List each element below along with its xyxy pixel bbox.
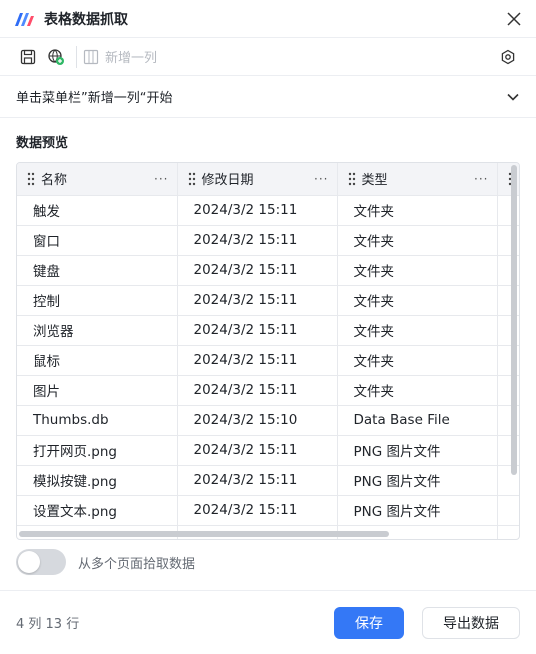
hint-text: 单击菜单栏”新增一列“开始 <box>16 91 173 106</box>
table-row[interactable]: 模拟按键.png 2024/3/2 15:11 PNG 图片文件 <box>17 465 519 496</box>
table-cell: 文件夹 <box>337 375 498 406</box>
table-cell: 窗口 <box>17 225 178 256</box>
table-row[interactable]: 键盘 2024/3/2 15:11 文件夹 <box>17 255 519 286</box>
table-row[interactable]: 打开网页.png 2024/3/2 15:11 PNG 图片文件 <box>17 435 519 466</box>
column-header-label: 名称 <box>41 173 68 189</box>
table-cell: 2024/3/2 15:11 <box>177 255 338 286</box>
table-cell: 鼠标 <box>17 345 178 376</box>
multi-page-option: 从多个页面拾取数据 <box>16 549 195 575</box>
save-icon <box>20 49 36 64</box>
table-cell: 设置文本.png <box>17 495 178 526</box>
table-cell: 2024/3/2 15:11 <box>177 495 338 526</box>
save-template-button[interactable] <box>14 43 42 71</box>
table-cell <box>497 495 519 526</box>
footer: 4 列 13 行 保存 导出数据 <box>0 590 536 654</box>
table-cell: 2024/3/2 15:11 <box>177 375 338 406</box>
table-cell: 2024/3/2 15:11 <box>177 465 338 496</box>
table-cell: Thumbs.db <box>17 405 178 436</box>
table-cell: PNG 图片文件 <box>337 435 498 466</box>
more-icon[interactable]: ··· <box>314 172 328 186</box>
table-cell: 文件夹 <box>337 225 498 256</box>
table-cell: 2024/3/2 15:11 <box>177 345 338 376</box>
toolbar: 新增一列 <box>0 38 536 76</box>
window-title: 表格数据抓取 <box>44 11 128 28</box>
table-cell: 文件夹 <box>337 315 498 346</box>
table-cell: 文件夹 <box>337 195 498 226</box>
table-cell: 图片 <box>17 375 178 406</box>
table-row[interactable]: 控制 2024/3/2 15:11 文件夹 <box>17 285 519 316</box>
table-cell: 2024/3/2 15:11 <box>177 195 338 226</box>
more-icon[interactable]: ··· <box>154 172 168 186</box>
drag-handle-icon[interactable] <box>27 172 35 186</box>
table-cell: 打开网页.png <box>17 435 178 466</box>
add-web-element-button[interactable] <box>42 43 70 71</box>
table-row[interactable]: 窗口 2024/3/2 15:11 文件夹 <box>17 225 519 256</box>
table-cell: 2024/3/2 15:11 <box>177 315 338 346</box>
table-cell: 文件夹 <box>337 285 498 316</box>
drag-handle-icon[interactable] <box>348 172 356 186</box>
settings-icon <box>501 49 515 64</box>
data-preview-table: 名称 ··· 修改日期 ··· 类型 ··· 触发 2024/3/2 15:11… <box>16 162 520 540</box>
table-cell: PNG 图片文件 <box>337 495 498 526</box>
title-bar: 表格数据抓取 <box>0 0 536 38</box>
column-header-label: 类型 <box>361 173 388 189</box>
add-column-icon <box>83 49 99 64</box>
table-row[interactable]: 浏览器 2024/3/2 15:11 文件夹 <box>17 315 519 346</box>
table-cell: Data Base File <box>337 405 498 436</box>
add-column-label: 新增一列 <box>105 51 158 66</box>
table-cell: 2024/3/2 15:11 <box>177 435 338 466</box>
table-cell: 2024/3/2 15:10 <box>177 405 338 436</box>
export-data-button[interactable]: 导出数据 <box>422 606 520 639</box>
table-row[interactable]: 图片 2024/3/2 15:11 文件夹 <box>17 375 519 406</box>
table-row[interactable]: Thumbs.db 2024/3/2 15:10 Data Base File <box>17 405 519 436</box>
table-cell: PNG 图片文件 <box>337 465 498 496</box>
section-title: 数据预览 <box>16 136 69 151</box>
table-cell: 2024/3/2 15:11 <box>177 285 338 316</box>
app-logo-icon <box>15 12 34 26</box>
table-cell: 控制 <box>17 285 178 316</box>
close-button[interactable] <box>504 9 524 29</box>
horizontal-scrollbar[interactable] <box>19 531 389 537</box>
multi-page-toggle[interactable] <box>16 549 66 575</box>
close-icon <box>507 11 521 26</box>
table-header-row: 名称 ··· 修改日期 ··· 类型 ··· <box>17 163 519 196</box>
column-header[interactable]: 类型 ··· <box>337 163 498 196</box>
settings-button[interactable] <box>494 43 522 71</box>
more-icon[interactable]: ··· <box>474 172 488 186</box>
table-cell: 触发 <box>17 195 178 226</box>
vertical-scrollbar[interactable] <box>511 165 517 475</box>
toolbar-divider <box>76 45 77 68</box>
hint-bar[interactable]: 单击菜单栏”新增一列“开始 <box>0 76 536 118</box>
column-header[interactable]: 名称 ··· <box>17 163 178 196</box>
table-row[interactable]: 设置文本.png 2024/3/2 15:11 PNG 图片文件 <box>17 495 519 526</box>
table-cell: 浏览器 <box>17 315 178 346</box>
table-scrape-dialog: 表格数据抓取 新增一列 单击菜单栏”新增一列“开始 数据预览 名称 ··· 修改… <box>0 0 536 654</box>
column-header-label: 修改日期 <box>201 173 254 189</box>
chevron-down-icon[interactable] <box>506 90 520 104</box>
add-column-button[interactable]: 新增一列 <box>83 47 157 66</box>
table-row[interactable]: 触发 2024/3/2 15:11 文件夹 <box>17 195 519 226</box>
drag-handle-icon[interactable] <box>188 172 196 186</box>
table-cell: 2024/3/2 15:11 <box>177 225 338 256</box>
table-cell: 文件夹 <box>337 255 498 286</box>
toggle-knob <box>18 551 40 573</box>
table-row[interactable]: 鼠标 2024/3/2 15:11 文件夹 <box>17 345 519 376</box>
column-header[interactable]: 修改日期 ··· <box>177 163 338 196</box>
save-button[interactable]: 保存 <box>334 606 404 639</box>
table-cell: 模拟按键.png <box>17 465 178 496</box>
row-column-count: 4 列 13 行 <box>16 617 80 632</box>
table-cell <box>497 525 519 539</box>
table-cell: 文件夹 <box>337 345 498 376</box>
multi-page-label: 从多个页面拾取数据 <box>78 556 196 572</box>
table-cell: 键盘 <box>17 255 178 286</box>
add-web-icon <box>48 48 64 65</box>
